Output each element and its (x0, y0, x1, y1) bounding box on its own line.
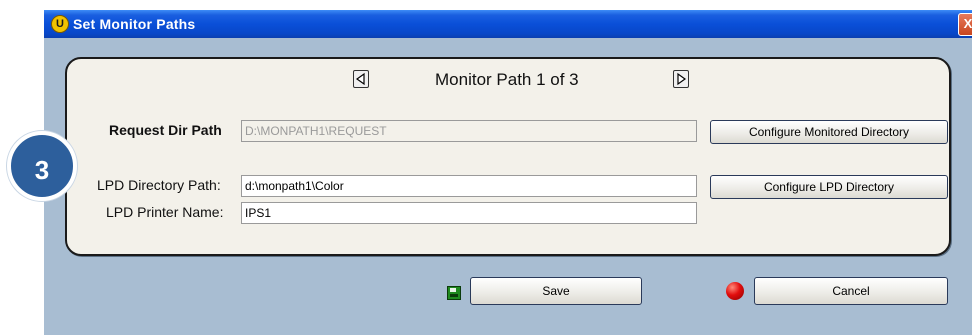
window-title: Set Monitor Paths (73, 16, 196, 32)
title-bar[interactable]: U Set Monitor Paths X (44, 10, 972, 38)
set-monitor-paths-window: U Set Monitor Paths X Monitor Path 1 of … (44, 10, 972, 335)
red-circle-icon (726, 282, 744, 300)
left-triangle-icon (355, 72, 365, 86)
next-path-button[interactable] (673, 70, 689, 88)
lpd-directory-path-input[interactable]: d:\monpath1\Color (241, 175, 697, 197)
previous-path-button[interactable] (353, 70, 369, 88)
lpd-printer-name-input[interactable]: IPS1 (241, 202, 697, 224)
right-triangle-icon (677, 72, 687, 86)
close-button[interactable]: X (958, 13, 972, 36)
configure-lpd-directory-button[interactable]: Configure LPD Directory (710, 175, 948, 199)
monitor-path-title: Monitor Path 1 of 3 (435, 70, 579, 89)
cancel-button[interactable]: Cancel (754, 277, 948, 305)
request-dir-path-field[interactable]: D:\MONPATH1\REQUEST (241, 120, 697, 142)
monitor-path-panel: Monitor Path 1 of 3 Request Dir Path D:\… (65, 57, 951, 256)
save-button[interactable]: Save (470, 277, 642, 305)
configure-monitored-directory-button[interactable]: Configure Monitored Directory (710, 120, 948, 144)
step-number-badge: 3 (7, 131, 77, 201)
floppy-disk-icon (447, 286, 461, 300)
lpd-directory-path-label: LPD Directory Path: (97, 177, 221, 193)
app-logo-icon: U (51, 15, 69, 33)
lpd-printer-name-label: LPD Printer Name: (106, 204, 224, 220)
request-dir-path-label: Request Dir Path (109, 122, 222, 138)
window-client-area: Monitor Path 1 of 3 Request Dir Path D:\… (44, 38, 972, 335)
